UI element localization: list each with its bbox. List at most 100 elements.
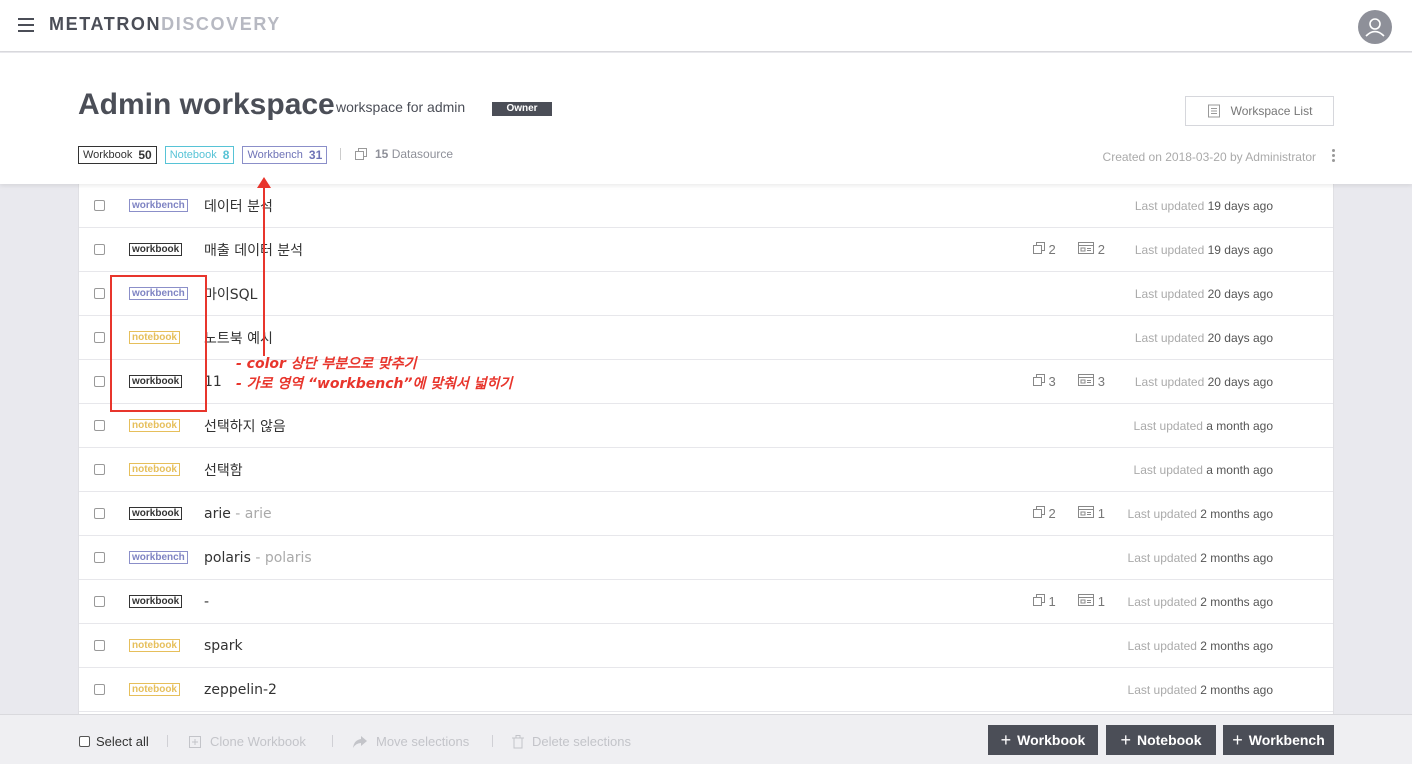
list-item[interactable]: workbook -1 1 Last updated 2 months ago: [79, 580, 1333, 624]
list-item[interactable]: notebook zeppelin-2 Last updated 2 months …: [79, 668, 1333, 712]
item-name[interactable]: polaris - polaris: [204, 550, 312, 566]
list-item[interactable]: workbook arie - arie 2 1 Last updated 2 mont…: [79, 492, 1333, 536]
list-icon: [1207, 104, 1220, 118]
filter-workbook[interactable]: Workbook 50: [78, 146, 157, 164]
type-badge: workbench: [129, 199, 188, 212]
logo-part2: DISCOVERY: [161, 14, 281, 34]
filter-notebook[interactable]: Notebook 8: [164, 146, 235, 164]
type-badge: notebook: [129, 463, 180, 476]
row-checkbox[interactable]: [94, 200, 105, 211]
updated-time: 20 days ago: [1207, 286, 1273, 301]
row-checkbox[interactable]: [94, 508, 105, 519]
list-item[interactable]: notebook spark Last updated 2 months ago: [79, 624, 1333, 668]
last-updated: Last updated 20 days ago: [1135, 375, 1273, 389]
annotation-box: [110, 275, 207, 412]
workspace-list-button[interactable]: Workspace List: [1185, 96, 1334, 126]
select-all-checkbox[interactable]: Select all: [79, 734, 149, 749]
hamburger-menu-icon[interactable]: [18, 18, 34, 32]
datasource-count: 15: [375, 147, 389, 161]
item-title: 선택함: [204, 462, 243, 479]
delete-label: Delete selections: [532, 734, 631, 749]
item-name[interactable]: spark: [204, 638, 243, 654]
row-checkbox[interactable]: [94, 684, 105, 695]
add-notebook-button[interactable]: + Notebook: [1106, 725, 1216, 755]
workbench-count: 31: [308, 148, 323, 162]
row-checkbox[interactable]: [94, 332, 105, 343]
filter-workbench[interactable]: Workbench 31: [242, 146, 328, 164]
row-checkbox[interactable]: [94, 464, 105, 475]
page-title: Admin workspace: [78, 88, 335, 121]
updated-prefix: Last updated: [1134, 330, 1205, 345]
item-name[interactable]: 선택하지 않음: [204, 416, 286, 436]
item-title: zeppelin-2: [204, 681, 277, 698]
last-updated: Last updated 2 months ago: [1128, 595, 1273, 609]
type-badge: workbook: [129, 507, 183, 520]
last-updated: Last updated 20 days ago: [1135, 331, 1273, 345]
row-checkbox[interactable]: [94, 376, 105, 387]
item-name[interactable]: 마이SQL: [204, 284, 257, 304]
add-workbench-button[interactable]: + Workbench: [1223, 725, 1334, 755]
annotation-text: - color 상단 부분으로 맞추기 - 가로 영역 “workbench”에…: [236, 354, 512, 394]
item-title: spark: [204, 637, 243, 654]
created-info: Created on 2018-03-20 by Administrator: [1102, 150, 1316, 164]
datasource-summary[interactable]: 15 Datasource: [340, 147, 453, 161]
item-title: 선택하지 않음: [204, 418, 286, 435]
list-item[interactable]: workbook 매출 데이터 분석 2 2 Last updated 19 days …: [79, 228, 1333, 272]
add-workbook-button[interactable]: + Workbook: [988, 725, 1098, 755]
trash-icon: [512, 734, 524, 748]
list-item[interactable]: notebook 선택하지 않음 Last updated a month ago: [79, 404, 1333, 448]
move-label: Move selections: [376, 734, 470, 749]
last-updated: Last updated a month ago: [1134, 419, 1273, 433]
workspace-header: Admin workspace workspace for admin Owne…: [0, 53, 1412, 184]
list-item[interactable]: workbench polaris - polaris Last updated 2…: [79, 536, 1333, 580]
row-checkbox[interactable]: [94, 288, 105, 299]
dashboard-count: 1: [1097, 594, 1105, 609]
item-stats: 11: [1032, 594, 1105, 609]
add-workbook-label: Workbook: [1017, 732, 1086, 748]
select-all-box: [79, 736, 90, 747]
annotation-arrow-line: [263, 186, 265, 356]
item-title: polaris: [204, 549, 251, 566]
last-updated: Last updated 20 days ago: [1135, 287, 1273, 301]
list-item[interactable]: notebook 선택함 Last updated a month ago: [79, 448, 1333, 492]
datasource-icon: [355, 148, 367, 160]
list-item[interactable]: workbench 데이터 분석 Last updated 19 days ago: [79, 184, 1333, 228]
last-updated: Last updated 19 days ago: [1135, 243, 1273, 257]
row-checkbox[interactable]: [94, 244, 105, 255]
select-all-label: Select all: [96, 734, 149, 749]
item-name[interactable]: 선택함: [204, 460, 243, 480]
type-badge: workbench: [129, 551, 188, 564]
item-name[interactable]: -: [204, 594, 209, 610]
clone-workbook-button[interactable]: Clone Workbook: [188, 734, 306, 749]
move-selections-button[interactable]: Move selections: [352, 734, 469, 749]
updated-time: 19 days ago: [1207, 198, 1273, 213]
last-updated: Last updated 2 months ago: [1128, 639, 1273, 653]
list-item[interactable]: workbench 마이SQL Last updated 20 days ago: [79, 272, 1333, 316]
datasource-count: 1: [1048, 594, 1056, 609]
updated-time: a month ago: [1206, 418, 1273, 433]
datasource-icon: [1032, 242, 1045, 257]
item-name[interactable]: 매출 데이터 분석: [204, 240, 303, 260]
more-options-icon[interactable]: [1330, 149, 1336, 165]
item-name[interactable]: zeppelin-2: [204, 682, 277, 698]
updated-prefix: Last updated: [1134, 242, 1205, 257]
delete-selections-button[interactable]: Delete selections: [512, 734, 631, 749]
row-checkbox[interactable]: [94, 552, 105, 563]
row-checkbox[interactable]: [94, 420, 105, 431]
item-stats: 33: [1032, 374, 1105, 389]
updated-prefix: Last updated: [1134, 198, 1205, 213]
dashboard-count: 2: [1097, 242, 1105, 257]
updated-time: 2 months ago: [1200, 594, 1273, 609]
user-avatar-icon[interactable]: [1358, 10, 1392, 44]
logo[interactable]: METATRONDISCOVERY: [49, 14, 281, 35]
dashboard-icon: [1077, 594, 1094, 609]
type-badge: notebook: [129, 683, 180, 696]
row-checkbox[interactable]: [94, 640, 105, 651]
row-checkbox[interactable]: [94, 596, 105, 607]
updated-time: 2 months ago: [1200, 550, 1273, 565]
item-name[interactable]: arie - arie: [204, 506, 272, 522]
plus-icon: +: [1232, 729, 1243, 750]
updated-prefix: Last updated: [1134, 286, 1205, 301]
updated-prefix: Last updated: [1133, 418, 1203, 433]
dashboard-count: 3: [1097, 374, 1105, 389]
